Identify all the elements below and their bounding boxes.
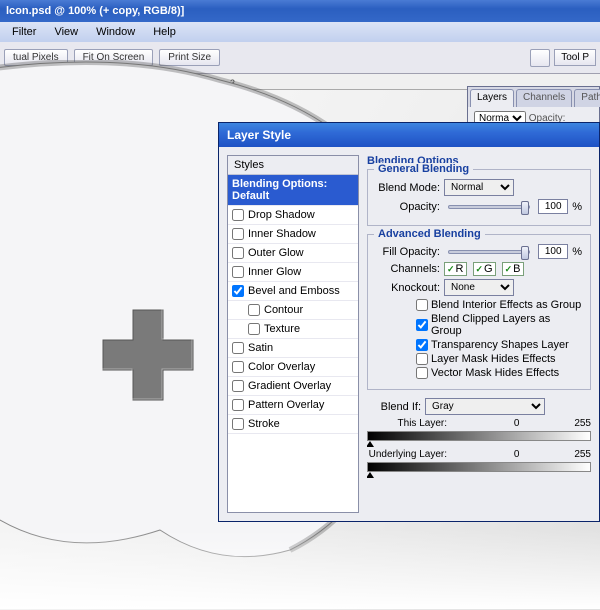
blend-clipped-checkbox[interactable]: [416, 319, 428, 331]
channel-g-checkbox[interactable]: G: [473, 262, 496, 276]
style-satin[interactable]: Satin: [228, 339, 358, 358]
channel-b-checkbox[interactable]: B: [502, 262, 524, 276]
style-pattern-overlay[interactable]: Pattern Overlay: [228, 396, 358, 415]
style-bevel-emboss[interactable]: Bevel and Emboss: [228, 282, 358, 301]
underlying-layer-gradient[interactable]: [367, 462, 591, 472]
knockout-label: Knockout:: [376, 282, 440, 294]
this-layer-gradient[interactable]: [367, 431, 591, 441]
style-color-overlay[interactable]: Color Overlay: [228, 358, 358, 377]
tool-presets-button[interactable]: Tool P: [554, 49, 596, 66]
menu-filter[interactable]: Filter: [4, 24, 44, 40]
dpad-plus-icon: [98, 305, 198, 405]
blend-if-group: Blend If: Gray This Layer: 0 255 Underly…: [367, 398, 591, 472]
vector-mask-hides-checkbox[interactable]: [416, 367, 428, 379]
dialog-title-text: Layer Style: [227, 128, 291, 142]
tab-paths[interactable]: Paths: [574, 89, 600, 107]
menu-window[interactable]: Window: [88, 24, 143, 40]
document-title: lcon.psd @ 100% (+ copy, RGB/8)]: [6, 5, 184, 17]
style-contour[interactable]: Contour: [228, 301, 358, 320]
opacity-input[interactable]: [538, 199, 568, 214]
style-outer-glow[interactable]: Outer Glow: [228, 244, 358, 263]
blend-if-dropdown[interactable]: Gray: [425, 398, 545, 415]
menu-bar: Filter View Window Help: [0, 22, 600, 42]
blend-mode-dropdown[interactable]: Normal: [444, 179, 514, 196]
bottom-fade: [0, 529, 600, 609]
fill-opacity-input[interactable]: [538, 244, 568, 259]
styles-header[interactable]: Styles: [228, 156, 358, 175]
style-blending-options[interactable]: Blending Options: Default: [228, 175, 358, 206]
knockout-dropdown[interactable]: None: [444, 279, 514, 296]
general-blending-group: General Blending Blend Mode: Normal Opac…: [367, 169, 591, 226]
layer-mask-hides-checkbox[interactable]: [416, 353, 428, 365]
blending-options-panel: Blending Options General Blending Blend …: [367, 155, 591, 513]
style-texture[interactable]: Texture: [228, 320, 358, 339]
style-inner-glow[interactable]: Inner Glow: [228, 263, 358, 282]
fill-opacity-slider[interactable]: [448, 250, 530, 254]
style-gradient-overlay[interactable]: Gradient Overlay: [228, 377, 358, 396]
menu-view[interactable]: View: [46, 24, 86, 40]
brush-preset-icon[interactable]: [530, 49, 550, 67]
style-inner-shadow[interactable]: Inner Shadow: [228, 225, 358, 244]
this-layer-label: This Layer:: [367, 418, 459, 429]
styles-list: Styles Blending Options: Default Drop Sh…: [227, 155, 359, 513]
underlying-layer-label: Underlying Layer:: [367, 449, 459, 460]
transparency-shapes-checkbox[interactable]: [416, 339, 428, 351]
blend-mode-label: Blend Mode:: [376, 182, 440, 194]
opacity-label: Opacity:: [376, 201, 440, 213]
blend-if-label: Blend If:: [367, 401, 421, 413]
dialog-titlebar[interactable]: Layer Style: [219, 123, 599, 147]
style-drop-shadow[interactable]: Drop Shadow: [228, 206, 358, 225]
fill-opacity-label: Fill Opacity:: [376, 246, 440, 258]
menu-help[interactable]: Help: [145, 24, 184, 40]
channels-label: Channels:: [376, 263, 440, 275]
tab-channels[interactable]: Channels: [516, 89, 572, 107]
window-titlebar: lcon.psd @ 100% (+ copy, RGB/8)]: [0, 0, 600, 22]
blend-interior-checkbox[interactable]: [416, 299, 428, 311]
opacity-slider[interactable]: [448, 205, 530, 209]
channel-r-checkbox[interactable]: R: [444, 262, 467, 276]
style-stroke[interactable]: Stroke: [228, 415, 358, 434]
advanced-blending-group: Advanced Blending Fill Opacity: % Channe…: [367, 234, 591, 390]
tab-layers[interactable]: Layers: [470, 89, 514, 107]
layer-style-dialog: Layer Style Styles Blending Options: Def…: [218, 122, 600, 522]
